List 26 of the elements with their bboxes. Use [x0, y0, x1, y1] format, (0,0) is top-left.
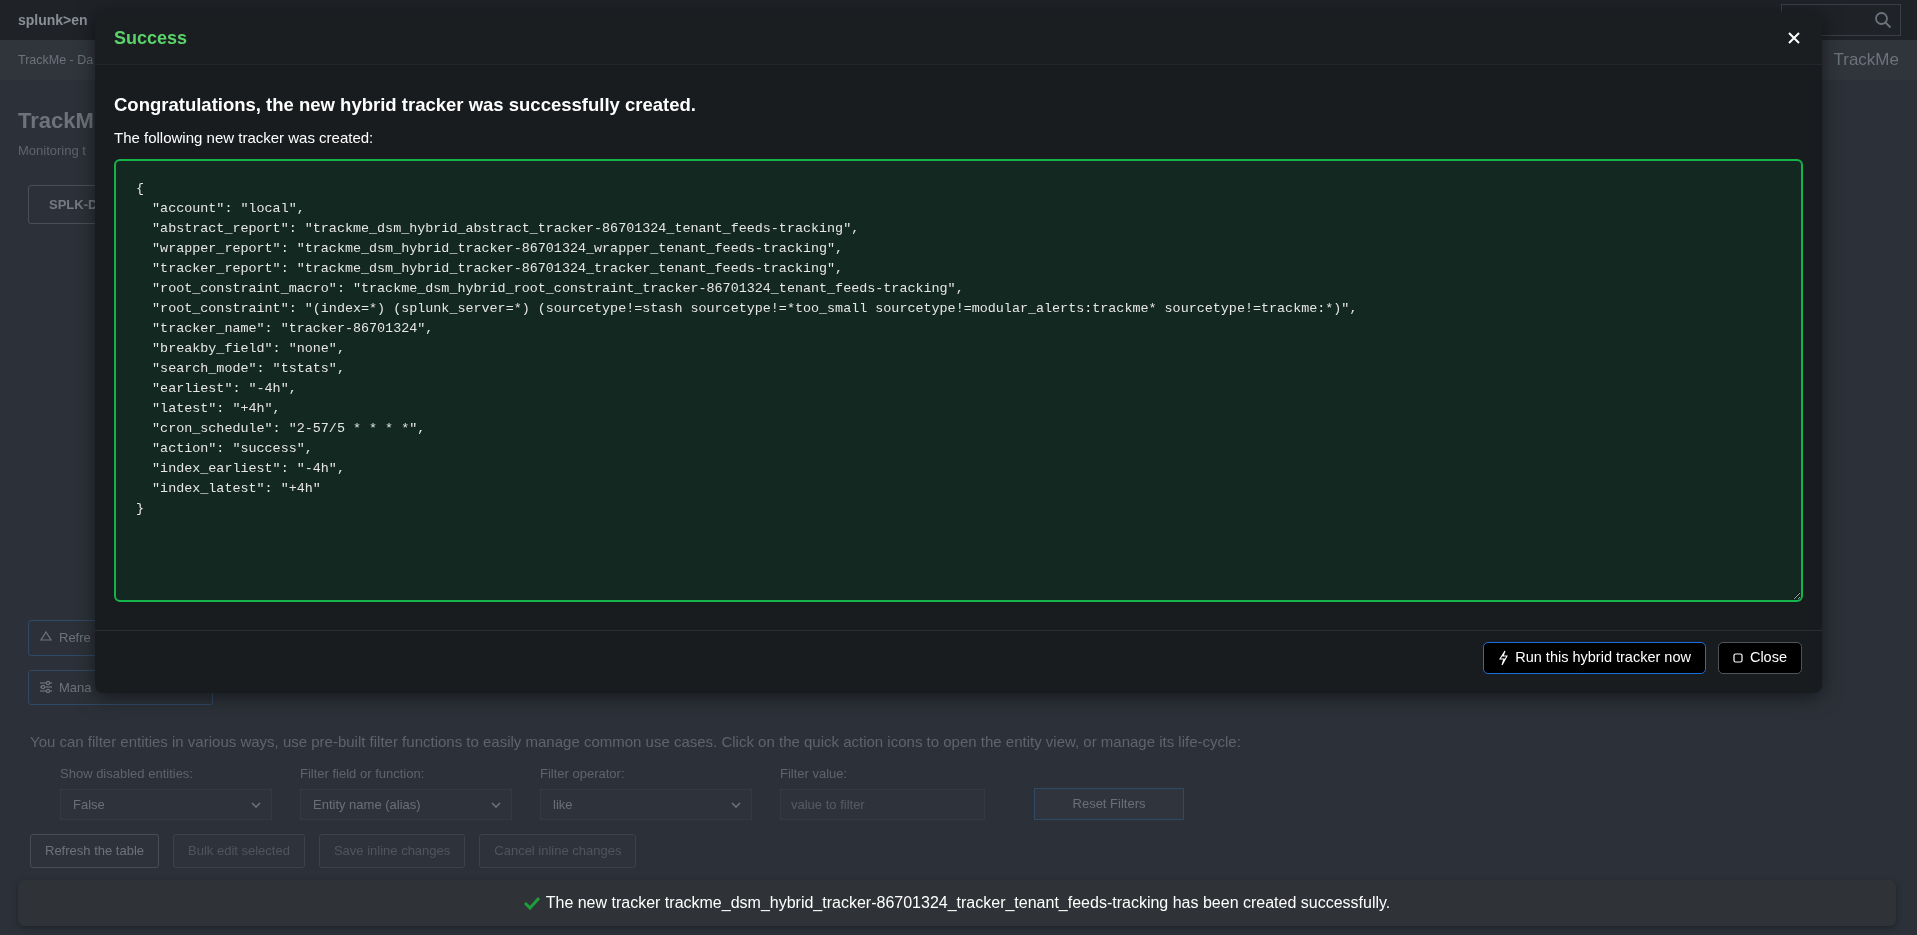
tracker-json-textarea[interactable]: { "account": "local", "abstract_report": "trackme_dsm_hybrid_abstract_tracker-86701324_tenant_feeds-tracking", "wrapper_report": "trackme_dsm_hybrid_tracker-86701324_wrapper_tenant_feeds-tracking", "tracker_report": "trackme_dsm_hybrid_tracker-86701324_tracker_tenant_feeds-tracking", "root_constraint_macro": "trackme_dsm_hybrid_root_constraint_tracker-86701324_tenant_feeds-tracking", "root_constraint": "(index=*) (splunk_server=*) (sourcetype!=stash sourcetype!=*too_small sourcetype!=modular_alerts:trackme* sourcetype!=trackme:*)", "tracker_name": "tracker-86701324", "breakby_field": "none", "search_mode": "tstats", "earliest": "-4h", "latest": "+4h", "cron_schedule": "2-57/5 * * * *", "action": "success", "index_earliest": "-4h", "index_latest": "+4h" }: [114, 159, 1803, 603]
nav-link[interactable]: TrackMe - Da: [18, 50, 94, 70]
reset-filters-button[interactable]: Reset Filters: [1034, 788, 1184, 820]
filter-dropdown[interactable]: Entity name (alias): [300, 789, 512, 820]
checkmark-icon: [523, 896, 540, 910]
run-tracker-button[interactable]: Run this hybrid tracker now: [1483, 642, 1706, 674]
chevron-icon: [731, 801, 741, 808]
modal-title: Success: [114, 26, 188, 50]
filter-dropdown[interactable]: False: [60, 789, 272, 820]
page-title: TrackM: [18, 107, 94, 135]
chevron-icon: [491, 801, 501, 808]
close-button[interactable]: [1788, 32, 1800, 44]
sliders-icon: [39, 680, 53, 695]
success-heading: Congratulations, the new hybrid tracker was successfully created.: [114, 93, 697, 117]
chevron-icon: [251, 801, 261, 808]
square-icon: [1732, 653, 1743, 663]
logo: splunk>en: [18, 10, 88, 30]
close-modal-button[interactable]: Close: [1717, 642, 1802, 674]
app-name[interactable]: TrackMe: [1833, 47, 1899, 73]
close-icon: [1788, 32, 1800, 44]
table-action-button[interactable]: Refresh the table: [30, 834, 159, 868]
toast-message: The new tracker trackme_dsm_hybrid_tracker-86701324_tracker_tenant_feeds-tracking has been created successfully.: [545, 893, 1391, 913]
filter-dropdown[interactable]: like: [540, 789, 752, 820]
search-icon: [1874, 11, 1892, 29]
success-description: The following new tracker was created:: [114, 127, 375, 148]
lightning-icon: [1498, 650, 1509, 666]
